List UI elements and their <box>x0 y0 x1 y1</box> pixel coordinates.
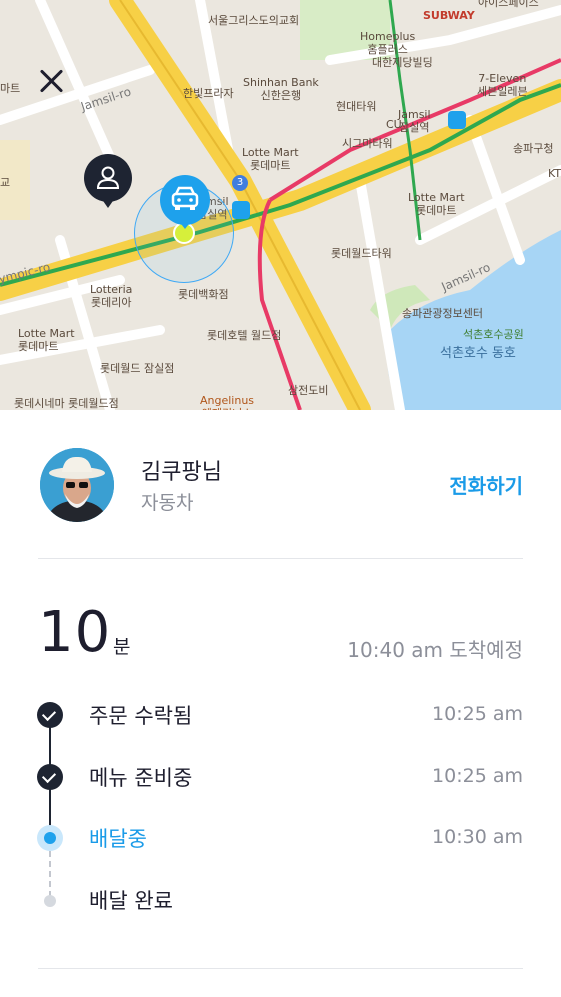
driver-name: 김쿠팡님 <box>141 460 222 485</box>
courier-car-marker[interactable] <box>160 175 210 229</box>
map-poi[interactable]: Shinhan Bank 신한은행 <box>243 76 319 102</box>
map-poi[interactable]: 아이스페이스 <box>478 0 539 9</box>
step-pending-icon <box>44 895 56 907</box>
map-poi[interactable]: KT <box>548 167 561 180</box>
map-poi[interactable]: Lotte Mart 롯데마트 <box>18 327 75 353</box>
eta-minutes: 10 <box>38 600 112 665</box>
map-poi[interactable]: 롯데월드 잠실점 <box>100 362 174 375</box>
step-active-icon <box>37 825 63 851</box>
driver-vehicle: 자동차 <box>141 492 194 514</box>
map-poi[interactable]: 교 <box>0 176 10 189</box>
map-poi[interactable]: Jamsil 잠실역 <box>398 108 431 134</box>
avatar <box>40 448 114 522</box>
close-button[interactable] <box>34 64 68 98</box>
map-poi[interactable]: 송파구청 <box>513 142 553 155</box>
divider <box>38 968 523 969</box>
divider <box>38 558 523 559</box>
map-view[interactable]: Jamsil-ro ympic-ro Jamsil-ro 3 서울그리스도의교회… <box>0 0 561 410</box>
route-badge: 3 <box>232 175 248 191</box>
car-icon <box>171 186 199 210</box>
step-time: 10:30 am <box>432 826 523 848</box>
map-poi[interactable]: 삼전도비 <box>288 384 328 397</box>
map-poi[interactable]: 롯데월드타워 <box>331 247 392 260</box>
map-poi[interactable]: 한빛프라자 <box>183 87 234 100</box>
map-poi[interactable]: 롯데백화점 <box>178 288 229 301</box>
call-driver-button[interactable]: 전화하기 <box>449 470 523 499</box>
step-time: 10:25 am <box>432 703 523 725</box>
map-poi[interactable]: SUBWAY <box>423 9 475 22</box>
timeline-line-pending <box>49 851 51 897</box>
subway-icon <box>448 111 466 129</box>
map-poi[interactable]: 롯데시네마 롯데월드점 <box>14 397 119 410</box>
driver-photo <box>40 448 114 522</box>
customer-location-marker[interactable] <box>84 154 132 208</box>
map-poi[interactable]: Lotte Mart 롯데마트 <box>408 191 465 217</box>
person-icon <box>96 166 120 189</box>
map-poi[interactable]: 석촌호수공원 <box>463 328 524 341</box>
subway-icon <box>232 201 250 219</box>
step-label: 배달 완료 <box>89 889 173 913</box>
map-poi[interactable]: 서울그리스도의교회 <box>208 14 299 27</box>
map-poi[interactable]: Lotte Mart 롯데마트 <box>242 146 299 172</box>
map-poi[interactable]: 송파관광정보센터 <box>402 307 483 320</box>
map-poi[interactable]: Angelinus 엔제리너스 <box>200 394 254 410</box>
step-label: 주문 수락됨 <box>89 704 193 728</box>
map-poi[interactable]: 현대타워 <box>336 100 376 113</box>
map-poi[interactable]: 7-Eleven 세븐일레븐 <box>477 72 528 98</box>
map-poi[interactable]: Homeplus 홈플러스 <box>360 30 415 56</box>
map-poi[interactable]: 롯데호텔 월드점 <box>207 329 281 342</box>
map-poi[interactable]: 시그마타워 <box>342 137 393 150</box>
step-label: 배달중 <box>89 827 147 851</box>
eta-arrival-time: 10:40 am 도착예정 <box>347 638 523 662</box>
map-poi[interactable]: Lotteria 롯데리아 <box>90 283 132 309</box>
step-time: 10:25 am <box>432 765 523 787</box>
map-poi[interactable]: CU <box>386 118 402 131</box>
map-poi[interactable]: 마트 <box>0 82 20 95</box>
step-label: 메뉴 준비중 <box>89 766 193 790</box>
step-done-check-icon <box>37 764 63 790</box>
eta-unit: 분 <box>113 636 131 658</box>
step-done-check-icon <box>37 702 63 728</box>
map-poi[interactable]: 대한제당빌딩 <box>372 56 433 69</box>
map-poi[interactable]: 석촌호수 동호 <box>440 347 516 360</box>
